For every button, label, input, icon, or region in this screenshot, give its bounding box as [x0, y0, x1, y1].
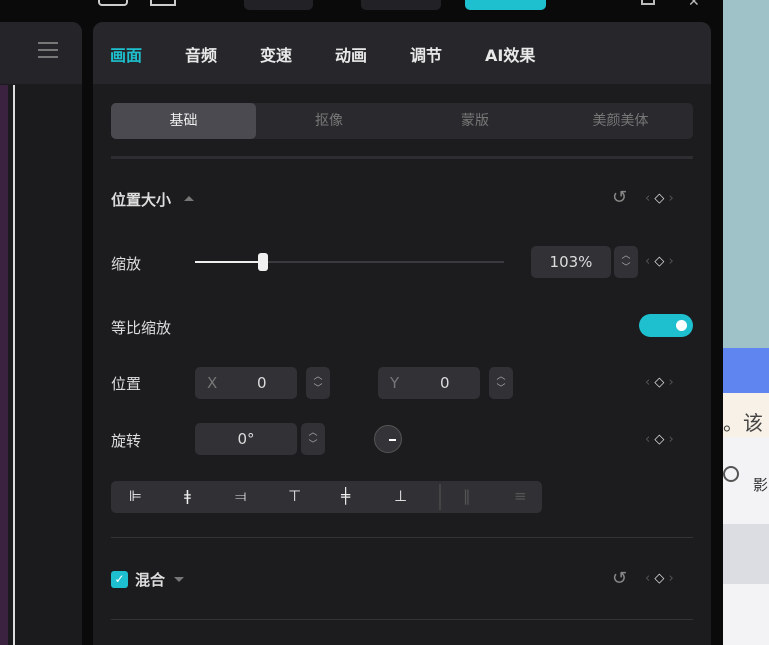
player-panel [0, 22, 82, 645]
uniform-scale-label: 等比缩放 [111, 319, 172, 337]
y-value: 0 [440, 374, 450, 392]
x-label: X [207, 374, 218, 392]
expand-icon[interactable] [174, 577, 184, 582]
scale-stepper[interactable]: ︿ ﹀ [614, 246, 638, 278]
keyframe-nav[interactable]: ‹ ◇ › [645, 375, 674, 390]
export-button[interactable] [465, 0, 546, 10]
position-x-input[interactable]: X0 [195, 367, 297, 399]
subtab-mask[interactable]: 蒙版 [402, 103, 548, 139]
blend-checkbox[interactable]: ✓ [111, 571, 128, 588]
blend-label: 混合 [135, 571, 166, 589]
align-right-icon[interactable]: ⫤ [235, 487, 246, 505]
keyframe-nav[interactable]: ‹ ◇ › [645, 254, 674, 269]
desktop-text: 影 [753, 476, 769, 494]
align-toolbar: ⊫ ǂ ⫤ ⊤ ╪ ⊥ ‖ ≡ [111, 481, 542, 513]
align-center-h-icon[interactable]: ǂ [184, 487, 191, 505]
subtab-cutout[interactable]: 抠像 [256, 103, 402, 139]
x-value: 0 [257, 374, 267, 392]
menu-icon[interactable] [38, 42, 58, 58]
keyframe-nav[interactable]: ‹ ◇ › [645, 571, 674, 586]
y-label: Y [390, 374, 400, 392]
section-title-position-size: 位置大小 [111, 191, 172, 209]
collapse-icon[interactable] [184, 196, 194, 201]
slider-handle[interactable] [257, 253, 268, 271]
toolbar-icon[interactable] [150, 0, 176, 6]
align-top-icon[interactable]: ⊤ [288, 487, 301, 505]
desktop-background: 。该 影 [723, 0, 769, 645]
keyframe-nav[interactable]: ‹ ◇ › [645, 191, 674, 206]
subtab-basic[interactable]: 基础 [111, 103, 256, 139]
scale-slider[interactable] [195, 253, 504, 271]
subtab-bar: 基础 抠像 蒙版 美颜美体 [111, 103, 693, 139]
tab-adjust[interactable]: 调节 [410, 42, 442, 66]
keyframe-icon: ◇ [654, 375, 665, 390]
rotation-label: 旋转 [111, 432, 142, 450]
position-y-input[interactable]: Y0 [378, 367, 480, 399]
tab-audio[interactable]: 音频 [185, 42, 217, 66]
tab-animation[interactable]: 动画 [335, 42, 367, 66]
tab-ai-effects[interactable]: AI效果 [485, 42, 535, 66]
align-bottom-icon[interactable]: ⊥ [394, 487, 407, 505]
reset-icon[interactable]: ↺ [612, 187, 627, 208]
close-icon[interactable]: ✕ [688, 0, 700, 10]
toolbar-icon[interactable] [98, 0, 128, 6]
keyframe-icon: ◇ [654, 254, 665, 269]
subtab-beauty[interactable]: 美颜美体 [548, 103, 693, 139]
scale-input[interactable]: 103% [531, 246, 611, 278]
reset-icon[interactable]: ↺ [612, 568, 627, 589]
position-y-stepper[interactable]: ︿ ﹀ [489, 367, 513, 399]
maximize-icon[interactable] [641, 0, 655, 5]
keyframe-icon: ◇ [654, 191, 665, 206]
rotation-stepper[interactable]: ︿ ﹀ [301, 423, 325, 455]
distribute-h-icon[interactable]: ‖ [463, 487, 471, 505]
position-label: 位置 [111, 375, 142, 393]
keyframe-icon: ◇ [654, 432, 665, 447]
desktop-text: 。该 [723, 393, 769, 437]
align-center-v-icon[interactable]: ╪ [341, 487, 350, 505]
distribute-v-icon[interactable]: ≡ [514, 487, 527, 505]
rotation-input[interactable]: 0° [195, 423, 297, 455]
uniform-scale-toggle[interactable] [639, 314, 693, 337]
position-x-stepper[interactable]: ︿ ﹀ [306, 367, 330, 399]
toolbar-button[interactable] [361, 0, 441, 10]
align-left-icon[interactable]: ⊫ [129, 487, 142, 505]
keyframe-nav[interactable]: ‹ ◇ › [645, 432, 674, 447]
tab-picture[interactable]: 画面 [110, 42, 142, 66]
rotation-dial[interactable] [374, 425, 402, 453]
tab-speed[interactable]: 变速 [260, 42, 292, 66]
toolbar-button[interactable] [244, 0, 313, 10]
scale-label: 缩放 [111, 255, 142, 273]
keyframe-icon: ◇ [654, 571, 665, 586]
video-preview [0, 85, 8, 645]
properties-panel: 画面 音频 变速 动画 调节 AI效果 基础 抠像 蒙版 美颜美体 位置大小 ↺… [93, 22, 711, 645]
playhead[interactable] [13, 85, 15, 645]
chrome-icon[interactable] [723, 466, 739, 482]
